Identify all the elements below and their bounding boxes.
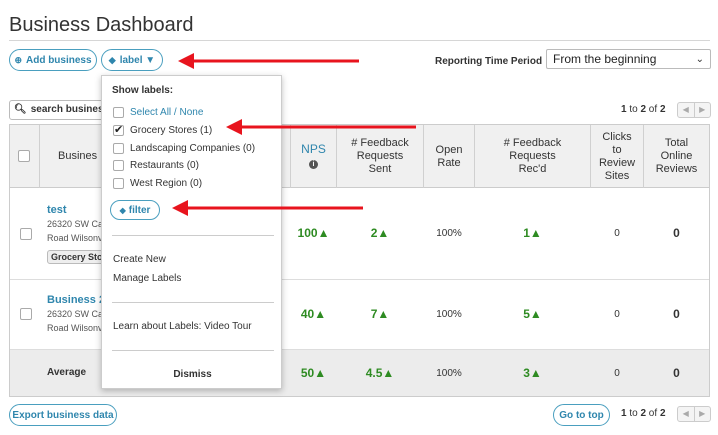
label-option-landscaping[interactable]: Landscaping Companies (0) (113, 141, 255, 155)
checkbox-icon[interactable] (113, 159, 124, 171)
avg-requests-recd-value: 3▲ (523, 366, 542, 380)
search-input[interactable]: 🔍︎ search busines (9, 100, 107, 120)
label-menu-heading: Show labels: (112, 85, 174, 96)
annotation-arrow-icon (178, 53, 359, 69)
pager-top: 1 to 2 of 2 (621, 104, 666, 115)
add-business-label: Add business (25, 54, 92, 66)
business-name-link[interactable]: test (47, 204, 67, 216)
export-business-data-button[interactable]: Export business data (9, 404, 117, 426)
clicks-value: 0 (614, 309, 620, 320)
row-checkbox[interactable] (20, 228, 32, 240)
business-tag: Grocery Stor (47, 250, 104, 264)
next-page-icon[interactable]: ▶ (695, 103, 711, 117)
nps-value: 100▲ (297, 226, 330, 240)
open-rate-value: 100% (436, 228, 462, 239)
title-divider (9, 40, 710, 41)
nps-value: 40▲ (300, 307, 327, 321)
filter-button[interactable]: ◆ filter (110, 200, 160, 220)
requests-recd-value: 1▲ (523, 226, 542, 240)
select-all-checkbox-icon[interactable] (113, 106, 124, 118)
plus-circle-icon: ⊕ (14, 54, 22, 65)
label-button-label: label ▼ (119, 54, 156, 66)
business-address: 26320 SW Ca Road Wilsonv (47, 309, 102, 333)
page-title: Business Dashboard (9, 14, 194, 36)
manage-labels-link[interactable]: Manage Labels (113, 273, 181, 284)
avg-requests-sent-value: 4.5▲ (365, 366, 395, 380)
business-address: 26320 SW Ca Road Wilsonv (47, 219, 102, 243)
prev-page-icon[interactable]: ◀ (678, 103, 695, 117)
tag-icon: ◆ (108, 54, 116, 65)
annotation-arrow-icon (226, 119, 416, 135)
prev-page-icon[interactable]: ◀ (678, 407, 695, 421)
average-label: Average (47, 367, 87, 378)
avg-nps-value: 50▲ (300, 366, 327, 380)
requests-sent-value: 7▲ (370, 307, 390, 321)
dismiss-button[interactable]: Dismiss (102, 369, 283, 380)
next-page-icon[interactable]: ▶ (695, 407, 711, 421)
create-new-link[interactable]: Create New (113, 254, 166, 265)
label-option-grocery[interactable]: Grocery Stores (1) (113, 123, 212, 137)
header-open-rate[interactable]: Open Rate (424, 144, 474, 170)
select-all-none-option[interactable]: Select All / None (113, 105, 203, 119)
requests-sent-value: 2▲ (370, 226, 390, 240)
header-business[interactable]: Busines (58, 150, 97, 163)
header-total-reviews[interactable]: Total Online Reviews (644, 137, 709, 176)
search-placeholder: search busines (30, 104, 104, 115)
reporting-period-select[interactable]: From the beginning ⌄ (546, 49, 711, 69)
reporting-period-label: Reporting Time Period (435, 56, 543, 67)
add-business-button[interactable]: ⊕ Add business (9, 49, 97, 71)
pager-bottom-buttons[interactable]: ◀ ▶ (677, 406, 711, 422)
header-clicks[interactable]: Clicks to Review Sites (591, 131, 643, 183)
label-option-west-region[interactable]: West Region (0) (113, 176, 202, 190)
reviews-value: 0 (673, 226, 680, 240)
chevron-down-icon: ⌄ (695, 53, 704, 65)
checkbox-icon[interactable] (113, 142, 124, 154)
header-requests-sent[interactable]: # Feedback Requests Sent (337, 137, 423, 176)
annotation-arrow-icon (172, 200, 363, 216)
tag-icon: ◆ (119, 205, 126, 215)
open-rate-value: 100% (436, 309, 462, 320)
avg-reviews-value: 0 (673, 366, 680, 380)
label-dropdown-button[interactable]: ◆ label ▼ (101, 49, 163, 71)
pager-bottom: 1 to 2 of 2 (621, 408, 666, 419)
search-icon: 🔍︎ (14, 104, 27, 115)
business-name-link[interactable]: Business 2 (47, 294, 105, 306)
avg-open-rate-value: 100% (436, 368, 462, 379)
clicks-value: 0 (614, 228, 620, 239)
checkbox-icon[interactable] (113, 177, 124, 189)
avg-clicks-value: 0 (614, 368, 620, 379)
requests-recd-value: 5▲ (523, 307, 542, 321)
video-tour-link[interactable]: Learn about Labels: Video Tour (113, 321, 252, 332)
reviews-value: 0 (673, 307, 680, 321)
header-nps[interactable]: NPS i (291, 143, 336, 169)
pager-top-buttons[interactable]: ◀ ▶ (677, 102, 711, 118)
label-option-restaurants[interactable]: Restaurants (0) (113, 158, 199, 172)
row-checkbox[interactable] (20, 308, 32, 320)
reporting-period-value: From the beginning (553, 52, 657, 66)
header-requests-recd[interactable]: # Feedback Requests Rec'd (475, 137, 590, 176)
info-icon: i (309, 160, 318, 169)
go-to-top-button[interactable]: Go to top (553, 404, 610, 426)
checkbox-checked-icon[interactable] (113, 123, 124, 136)
select-all-checkbox[interactable] (18, 150, 30, 162)
